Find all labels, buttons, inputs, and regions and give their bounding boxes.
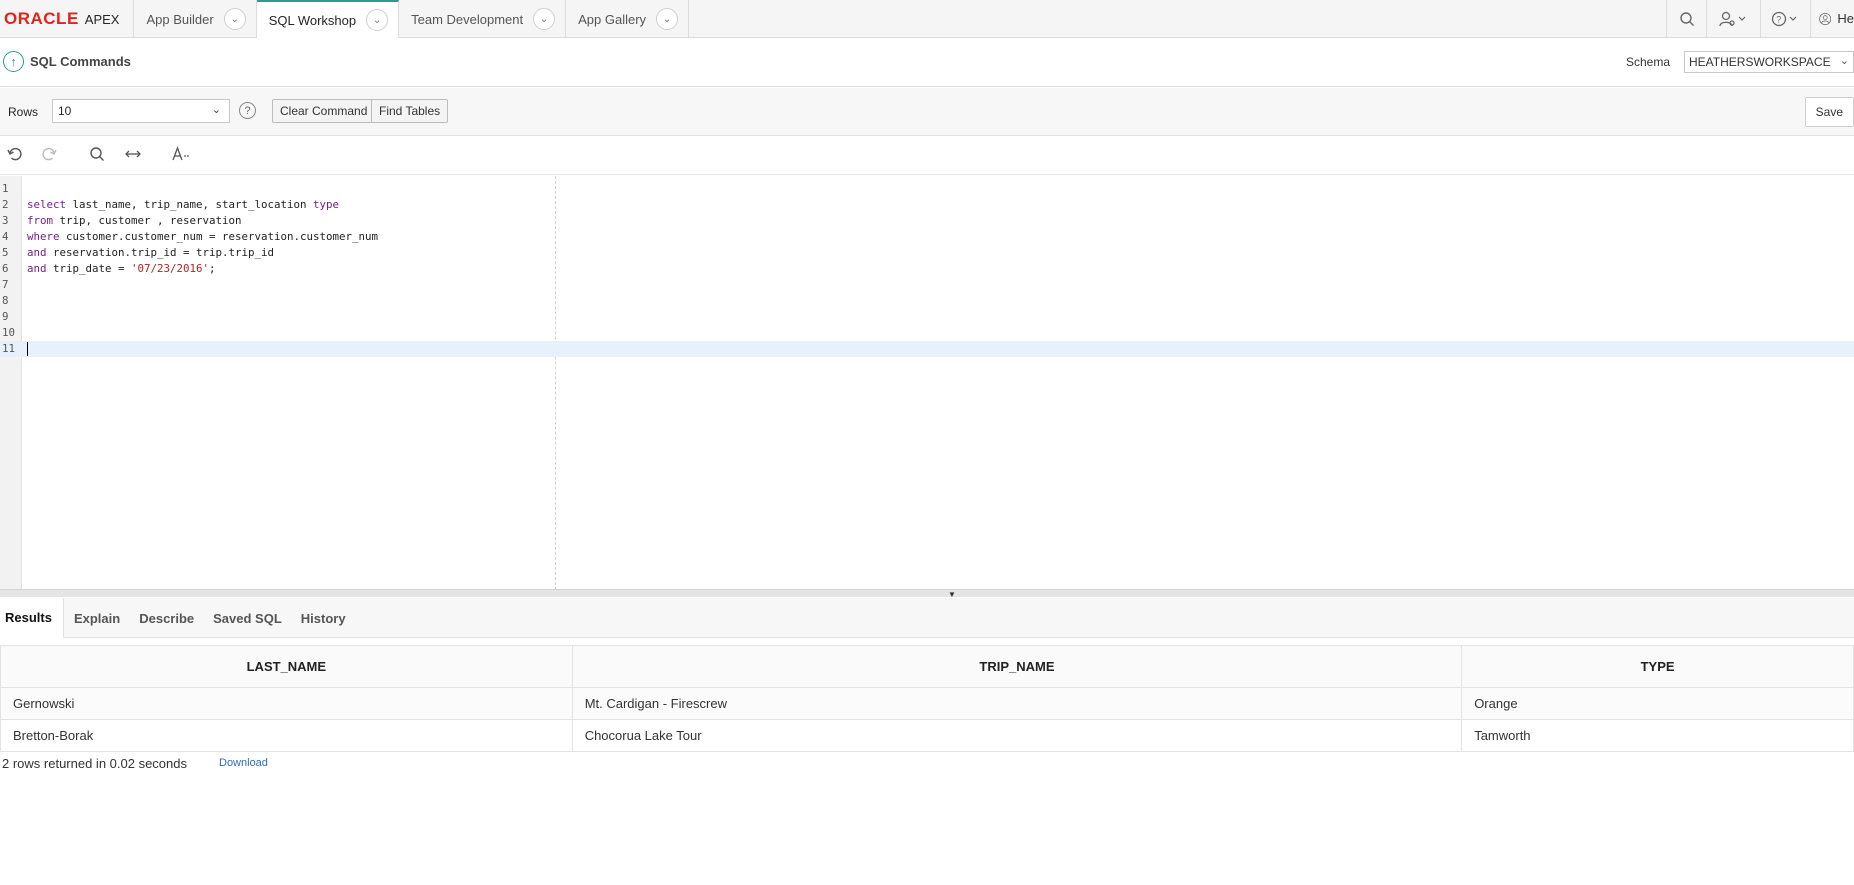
command-toolbar: Rows 10 ⌄ ? Clear Command Find Tables Sa… [0,88,1854,136]
nav-tab-team-development[interactable]: Team Development ⌄ [399,0,567,38]
expand-width-icon[interactable] [124,146,142,167]
svg-text:?: ? [1776,14,1781,24]
results-footer: 2 rows returned in 0.02 seconds Download [2,756,268,771]
text-size-icon[interactable] [171,146,193,167]
line-number: 9 [2,310,9,323]
undo-icon[interactable] [7,146,23,167]
line-number: 10 [2,326,16,339]
up-arrow-icon[interactable]: ↑ [3,51,24,72]
nav-tab-label: Team Development [411,11,524,27]
line-number: 7 [2,278,9,291]
code-line[interactable]: 4 where customer.customer_num = reservat… [0,229,1854,245]
rows-value: 10 [58,104,72,118]
chevron-down-icon: ⌄ [1839,55,1849,67]
help-icon[interactable]: ? [1760,0,1810,37]
download-link[interactable]: Download [219,757,268,769]
help-circle-icon[interactable]: ? [239,102,256,119]
code-line[interactable]: 3 from trip, customer , reservation [0,213,1854,229]
schema-select[interactable]: HEATHERSWORKSPACE ⌄ [1684,51,1854,73]
chevron-down-icon[interactable]: ⌄ [656,8,679,30]
tab-describe[interactable]: Describe [131,598,205,638]
oracle-wordmark: ORACLE [4,9,79,28]
nav-tab-sql-workshop[interactable]: SQL Workshop ⌄ [256,0,400,38]
code-line[interactable]: 6 and trip_date = '07/23/2016'; [0,261,1854,277]
redo-icon[interactable] [41,146,57,167]
line-number: 4 [2,230,9,243]
table-cell: Gernowski [0,687,573,720]
find-tables-button[interactable]: Find Tables [371,99,449,123]
code-line[interactable]: 5 and reservation.trip_id = trip.trip_id [0,245,1854,261]
code-line-current[interactable]: 11 [0,341,1854,357]
user-menu[interactable]: He [1810,0,1854,37]
clear-command-button[interactable]: Clear Command [272,99,376,123]
line-number: 3 [2,214,9,227]
top-nav: ORACLE APEX App Builder ⌄ SQL Workshop ⌄… [0,0,1854,38]
tab-results[interactable]: Results [0,598,64,638]
table-cell: Orange [1461,687,1854,720]
rows-select[interactable]: 10 ⌄ [52,99,230,123]
table-cell: Chocorua Lake Tour [571,719,1463,752]
nav-tab-label: SQL Workshop [268,12,357,28]
editor-toolbar [0,137,1854,175]
tab-explain[interactable]: Explain [64,598,131,638]
editor-results-splitter[interactable]: ▼ [0,589,1854,599]
nav-right-tools: ? He [1666,0,1854,37]
chevron-down-icon: ⌄ [211,104,221,116]
schema-label: Schema [1626,55,1671,69]
nav-tab-app-gallery[interactable]: App Gallery ⌄ [566,0,690,38]
column-header[interactable]: TRIP_NAME [571,645,1463,688]
schema-value: HEATHERSWORKSPACE [1689,55,1831,69]
column-header[interactable]: TYPE [1461,645,1854,688]
search-icon[interactable] [1666,0,1706,37]
column-header[interactable]: LAST_NAME [0,645,573,688]
results-table-container: LAST_NAME TRIP_NAME TYPE Gernowski Mt. C… [0,645,1854,752]
table-cell: Tamworth [1461,719,1854,752]
chevron-down-icon[interactable]: ⌄ [223,8,246,30]
line-number: 8 [2,294,9,307]
user-name: He [1837,11,1854,26]
save-button[interactable]: Save [1804,97,1854,127]
line-number: 1 [2,182,9,195]
text-caret [27,341,28,357]
rows-label: Rows [8,105,39,119]
nav-tab-label: App Builder [146,11,214,27]
chevron-down-icon[interactable]: ⌄ [533,8,556,30]
table-row: Gernowski Mt. Cardigan - Firescrew Orang… [0,687,1854,720]
page-title: SQL Commands [30,54,131,69]
table-cell: Mt. Cardigan - Firescrew [571,687,1463,720]
oracle-apex-logo[interactable]: ORACLE APEX [0,0,135,38]
results-table: LAST_NAME TRIP_NAME TYPE Gernowski Mt. C… [0,645,1854,752]
code-line[interactable]: 9 [0,309,1854,325]
nav-tab-app-builder[interactable]: App Builder ⌄ [134,0,257,38]
table-header-row: LAST_NAME TRIP_NAME TYPE [0,645,1854,688]
search-icon[interactable] [89,146,105,167]
avatar-icon [1819,12,1832,25]
code-line[interactable]: 7 [0,277,1854,293]
sql-editor[interactable]: 1 2 select last_name, trip_name, start_l… [0,176,1854,590]
line-number: 5 [2,246,9,259]
table-row: Bretton-Borak Chocorua Lake Tour Tamwort… [0,719,1854,752]
administration-icon[interactable] [1706,0,1760,37]
nav-tab-label: App Gallery [578,11,647,27]
apex-wordmark: APEX [84,11,120,27]
chevron-down-icon[interactable]: ⌄ [366,9,389,31]
results-tabs: Results Explain Describe Saved SQL Histo… [0,598,1854,638]
code-text: select last_name, trip_name, start_locat… [27,198,340,211]
code-text: from trip, customer , reservation [27,214,242,227]
code-text: and trip_date = '07/23/2016'; [27,262,216,275]
code-line[interactable]: 2 select last_name, trip_name, start_loc… [0,197,1854,213]
tab-saved-sql[interactable]: Saved SQL [205,598,293,638]
page-header: ↑ SQL Commands Schema HEATHERSWORKSPACE … [0,38,1854,87]
tab-history[interactable]: History [293,598,357,638]
code-text: and reservation.trip_id = trip.trip_id [27,246,275,259]
table-cell: Bretton-Borak [0,719,573,752]
line-number: 11 [2,342,16,355]
code-line[interactable]: 10 [0,325,1854,341]
line-number: 2 [2,198,9,211]
rows-returned-message: 2 rows returned in 0.02 seconds [2,756,187,771]
line-number: 6 [2,262,9,275]
code-line[interactable]: 8 [0,293,1854,309]
code-line[interactable]: 1 [0,181,1854,197]
code-text: where customer.customer_num = reservatio… [27,230,379,243]
